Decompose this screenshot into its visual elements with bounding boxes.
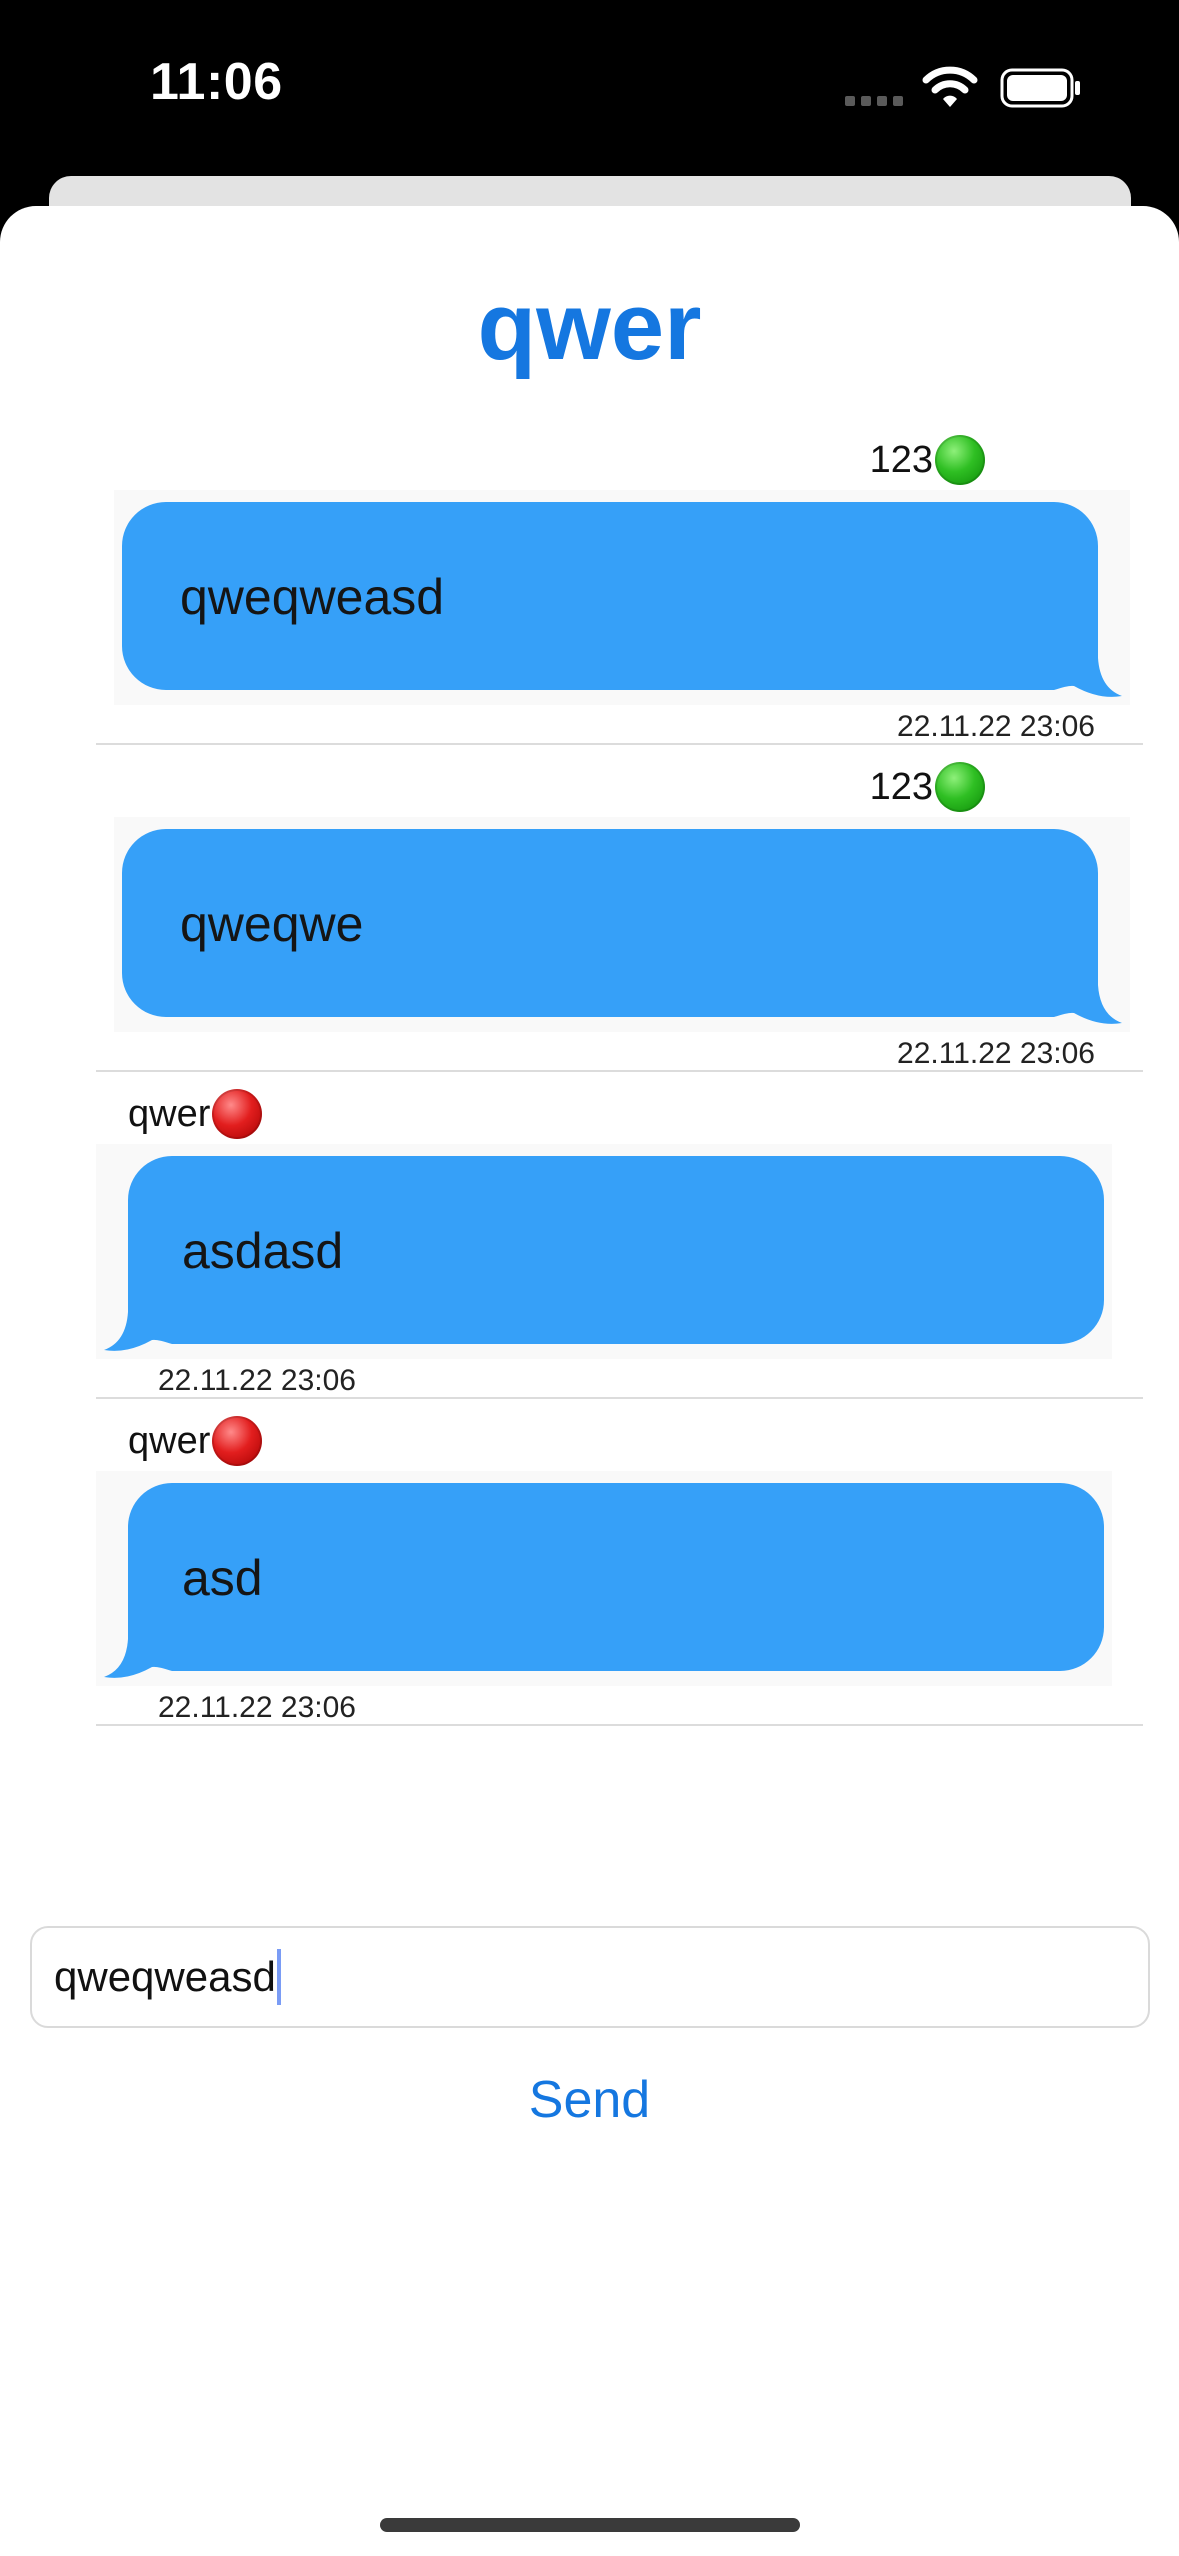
- message-timestamp: 22.11.22 23:06: [158, 1364, 356, 1397]
- message-sender: qwer: [128, 1413, 263, 1469]
- message-sender: 123: [870, 432, 985, 488]
- signal-icon: [845, 96, 905, 106]
- online-status-icon: [935, 435, 985, 485]
- message-timestamp: 22.11.22 23:06: [897, 710, 1095, 743]
- message-bubble[interactable]: qweqweasd: [114, 490, 1130, 705]
- offline-status-icon: [212, 1089, 263, 1139]
- sender-name: 123: [869, 438, 933, 481]
- online-status-icon: [935, 762, 985, 812]
- message-text: asd: [182, 1550, 263, 1606]
- message-sender: 123: [870, 759, 985, 815]
- home-indicator[interactable]: [380, 2518, 800, 2532]
- wifi-icon: [922, 66, 978, 107]
- message-timestamp: 22.11.22 23:06: [897, 1037, 1095, 1070]
- message-timestamp: 22.11.22 23:06: [158, 1691, 356, 1724]
- sender-name: 123: [869, 765, 933, 808]
- battery-icon: [1000, 68, 1080, 108]
- message-bubble[interactable]: qweqwe: [114, 817, 1130, 1032]
- message-text: qweqweasd: [180, 569, 445, 625]
- message-row[interactable]: 123 qweqwe 22.11.22 23:06: [96, 745, 1143, 1072]
- status-bar: 11:06: [0, 0, 1179, 175]
- message-bubble[interactable]: asdasd: [96, 1144, 1112, 1359]
- message-text: qweqwe: [180, 896, 364, 952]
- message-text: asdasd: [182, 1223, 344, 1279]
- message-row[interactable]: qwer asd 22.11.22 23:06: [96, 1399, 1143, 1726]
- message-row[interactable]: qwer asdasd 22.11.22 23:06: [96, 1072, 1143, 1399]
- screen: 11:06 qwer 123 qweqweasd 22.11.22 23:06 …: [0, 0, 1179, 2556]
- sender-name: qwer: [128, 1419, 211, 1462]
- message-input-value: qweqweasd: [54, 1953, 276, 2000]
- offline-status-icon: [212, 1416, 263, 1466]
- message-bubble[interactable]: asd: [96, 1471, 1112, 1686]
- sender-name: qwer: [128, 1092, 211, 1135]
- send-button[interactable]: Send: [0, 2070, 1179, 2130]
- message-input[interactable]: qweqweasd: [30, 1926, 1150, 2028]
- message-sender: qwer: [128, 1086, 263, 1142]
- chat-title: qwer: [477, 273, 702, 380]
- message-row[interactable]: 123 qweqweasd 22.11.22 23:06: [96, 418, 1143, 745]
- text-caret: [276, 1949, 281, 2005]
- status-time: 11:06: [150, 53, 283, 111]
